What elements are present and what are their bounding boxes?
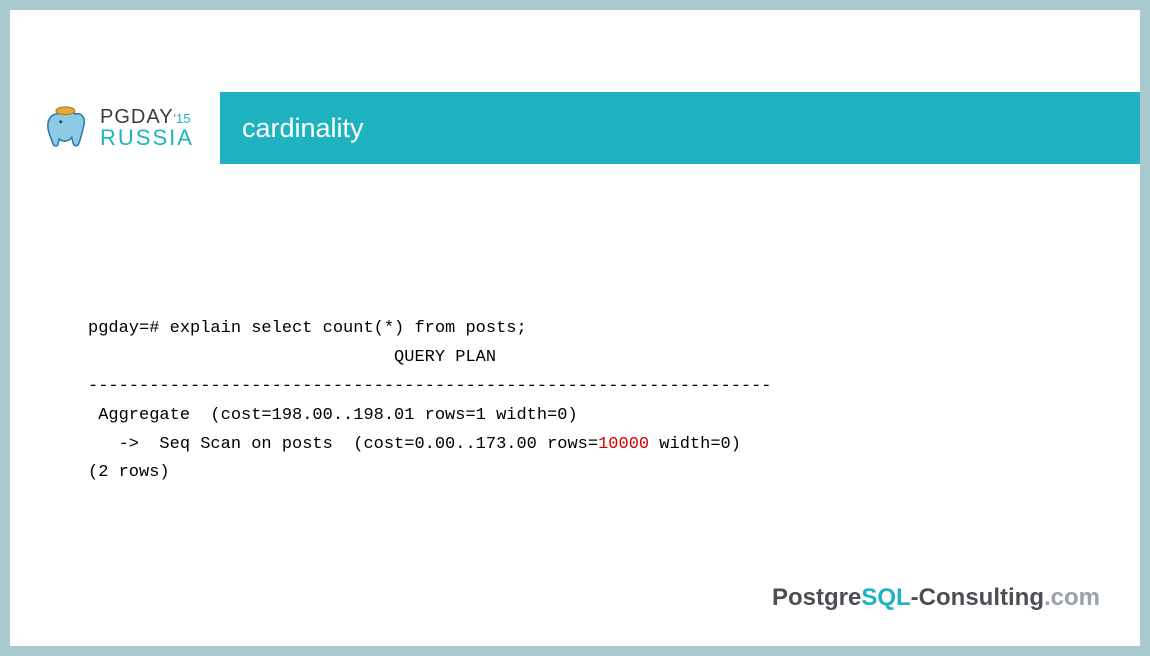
code-line-2: QUERY PLAN	[88, 348, 496, 367]
slide: PGDAY'15 RUSSIA cardinality pgday=# expl…	[10, 10, 1140, 646]
footer-part1: Postgre	[772, 584, 861, 611]
code-line-1: pgday=# explain select count(*) from pos…	[88, 319, 527, 338]
footer-part3: -Consulting	[911, 584, 1044, 611]
code-highlight: 10000	[598, 435, 649, 454]
logo-line1-wrap: PGDAY'15	[100, 107, 194, 127]
footer-part2: SQL	[861, 584, 910, 611]
title-bar: cardinality	[220, 92, 1140, 164]
footer: PostgreSQL-Consulting.com	[10, 584, 1140, 612]
header: PGDAY'15 RUSSIA cardinality	[10, 92, 1140, 164]
event-logo: PGDAY'15 RUSSIA	[10, 92, 220, 164]
elephant-icon	[42, 103, 92, 153]
code-line-4: Aggregate (cost=198.00..198.01 rows=1 wi…	[88, 406, 578, 425]
code-line-5a: -> Seq Scan on posts (cost=0.00..173.00 …	[88, 435, 598, 454]
logo-text: PGDAY'15 RUSSIA	[100, 107, 194, 149]
code-line-6: (2 rows)	[88, 463, 170, 482]
code-block: pgday=# explain select count(*) from pos…	[88, 315, 1080, 488]
footer-part4: .com	[1044, 584, 1100, 611]
logo-line2: RUSSIA	[100, 127, 194, 149]
logo-sup: '15	[174, 111, 191, 126]
code-line-5b: width=0)	[649, 435, 741, 454]
slide-title: cardinality	[242, 113, 364, 144]
code-line-3: ----------------------------------------…	[88, 377, 772, 396]
